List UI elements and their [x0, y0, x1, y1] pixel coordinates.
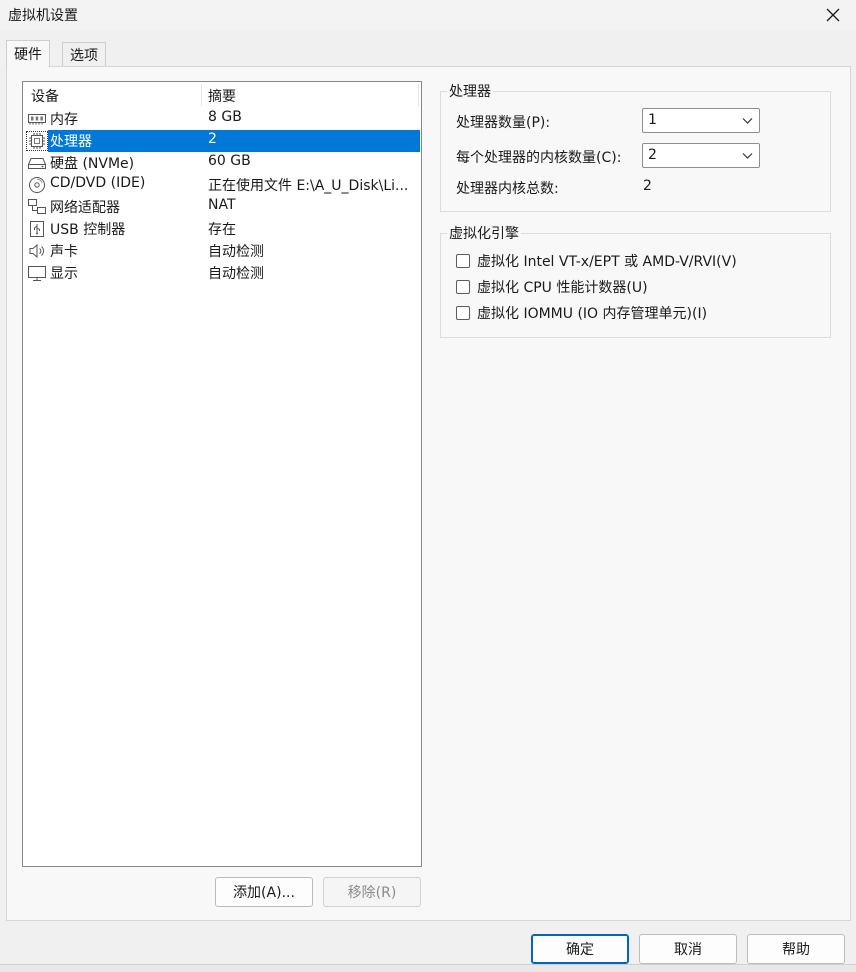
iommu-checkbox[interactable]: 虚拟化 IOMMU (IO 内存管理单元)(I) — [456, 303, 707, 323]
memory-icon — [27, 110, 47, 128]
device-summary: 自动检测 — [208, 266, 264, 282]
chevron-down-icon — [742, 118, 753, 124]
processor-icon — [26, 131, 48, 151]
total-cores-label: 处理器内核总数: — [456, 181, 559, 197]
cd-dvd-icon — [27, 176, 47, 194]
device-name: CD/DVD (IDE) — [50, 175, 146, 191]
help-button[interactable]: 帮助 — [747, 934, 845, 964]
checkbox-box[interactable] — [456, 306, 470, 320]
checkbox-label: 虚拟化 CPU 性能计数器(U) — [477, 280, 648, 296]
speaker-icon — [27, 242, 47, 260]
chevron-down-icon — [742, 153, 753, 159]
device-summary: 自动检测 — [208, 244, 264, 260]
tab-options[interactable]: 选项 — [62, 42, 106, 66]
column-header-device[interactable]: 设备 — [31, 86, 59, 106]
cores-per-processor-value: 2 — [648, 147, 657, 163]
checkbox-box[interactable] — [456, 280, 470, 294]
device-name: 内存 — [50, 112, 78, 128]
device-name: 网络适配器 — [50, 200, 120, 216]
device-row-sound-card[interactable]: 声卡 自动检测 — [24, 240, 420, 262]
cores-per-processor-label: 每个处理器的内核数量(C): — [456, 150, 622, 166]
title-bar: 虚拟机设置 — [0, 0, 856, 30]
device-name: USB 控制器 — [50, 222, 126, 238]
checkbox-box[interactable] — [456, 254, 470, 268]
device-name: 处理器 — [50, 134, 92, 150]
ok-button[interactable]: 确定 — [531, 934, 629, 964]
cancel-button[interactable]: 取消 — [639, 934, 737, 964]
device-summary: 2 — [208, 131, 217, 147]
remove-device-button[interactable]: 移除(R) — [323, 877, 421, 907]
vt-x-ept-checkbox[interactable]: 虚拟化 Intel VT-x/EPT 或 AMD-V/RVI(V) — [456, 251, 737, 271]
network-adapter-icon — [27, 198, 47, 216]
device-name: 硬盘 (NVMe) — [50, 156, 135, 172]
device-list-header: 设备 摘要 — [23, 82, 421, 108]
device-name: 声卡 — [50, 244, 78, 260]
checkbox-label: 虚拟化 IOMMU (IO 内存管理单元)(I) — [477, 306, 708, 322]
device-row-network-adapter[interactable]: 网络适配器 NAT — [24, 196, 420, 218]
processor-count-select[interactable]: 1 — [642, 108, 760, 133]
monitor-icon — [27, 264, 47, 282]
device-row-hard-disk[interactable]: 硬盘 (NVMe) 60 GB — [24, 152, 420, 174]
column-divider[interactable] — [201, 84, 202, 106]
device-summary: NAT — [208, 197, 236, 213]
virtualization-engine-group-title: 虚拟化引擎 — [447, 223, 521, 243]
tab-hardware[interactable]: 硬件 — [6, 40, 50, 67]
cores-per-processor-select[interactable]: 2 — [642, 143, 760, 168]
device-summary: 60 GB — [208, 153, 251, 169]
close-button[interactable] — [810, 0, 856, 30]
device-row-cd-dvd[interactable]: CD/DVD (IDE) 正在使用文件 E:\A_U_Disk\Li... — [24, 174, 420, 196]
processor-count-label: 处理器数量(P): — [456, 115, 551, 131]
device-row-usb-controller[interactable]: USB 控制器 存在 — [24, 218, 420, 240]
column-header-summary[interactable]: 摘要 — [208, 86, 236, 106]
column-divider[interactable] — [418, 84, 419, 106]
device-summary: 正在使用文件 E:\A_U_Disk\Li... — [208, 178, 409, 194]
close-icon — [826, 8, 840, 22]
device-summary: 存在 — [208, 222, 236, 238]
checkbox-label: 虚拟化 Intel VT-x/EPT 或 AMD-V/RVI(V) — [477, 254, 737, 270]
device-summary: 8 GB — [208, 109, 242, 125]
usb-icon — [27, 220, 47, 238]
device-row-processor[interactable]: 处理器 2 — [24, 130, 420, 152]
hard-disk-icon — [27, 154, 47, 172]
device-name: 显示 — [50, 266, 78, 282]
device-row-display[interactable]: 显示 自动检测 — [24, 262, 420, 284]
device-row-memory[interactable]: 内存 8 GB — [24, 108, 420, 130]
processor-count-value: 1 — [648, 112, 657, 128]
add-device-button[interactable]: 添加(A)... — [215, 877, 313, 907]
device-list[interactable]: 设备 摘要 内存 8 GB 处理器 2 硬盘 (NVMe) 60 GB CD/D… — [22, 81, 422, 867]
processor-group-title: 处理器 — [447, 81, 493, 101]
vm-settings-window: 虚拟机设置 硬件 选项 设备 摘要 内存 8 GB 处理器 2 硬盘 (NVMe… — [0, 0, 856, 965]
background-strip — [0, 965, 856, 972]
window-title: 虚拟机设置 — [8, 8, 78, 24]
total-cores-value: 2 — [643, 178, 652, 194]
cpu-perf-counters-checkbox[interactable]: 虚拟化 CPU 性能计数器(U) — [456, 277, 648, 297]
